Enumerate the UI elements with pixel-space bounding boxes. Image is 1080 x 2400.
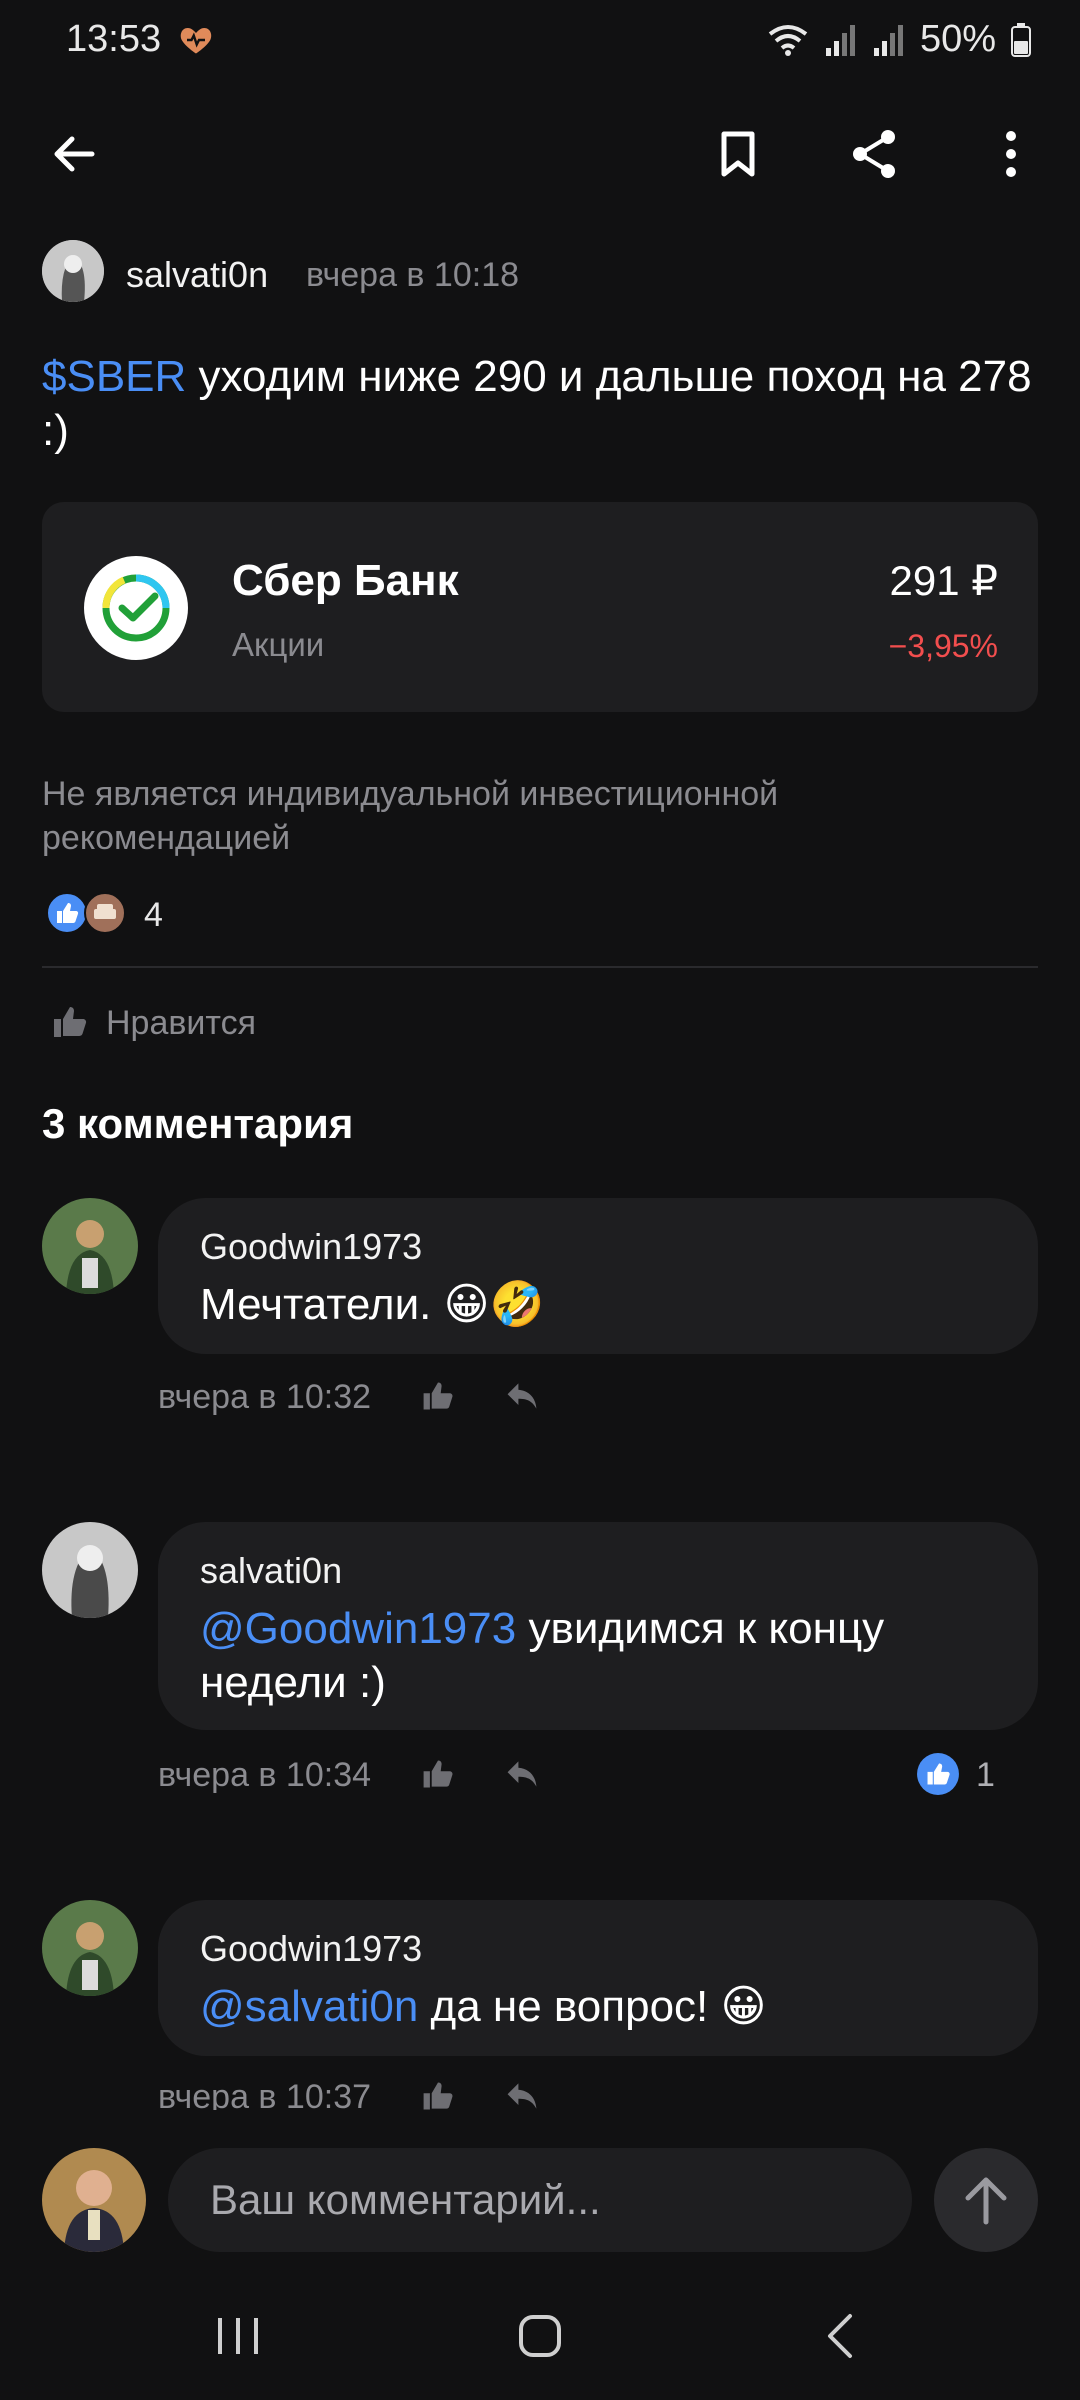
battery-icon [1011,22,1031,57]
author-avatar[interactable] [42,240,104,302]
post-body: уходим ниже 290 и дальше поход на 278 :) [42,352,1032,455]
comment-author[interactable]: salvati0n [200,1550,342,1592]
back-arrow-icon[interactable] [44,124,104,184]
share-icon[interactable] [844,124,904,184]
ticker-link[interactable]: $SBER [42,352,186,401]
send-button[interactable] [934,2148,1038,2252]
reactions-count: 4 [144,896,163,934]
comment-body: да не вопрос! 😀 [418,1982,767,2031]
avatar-portrait-icon [42,1522,138,1618]
signal-icon [825,24,855,56]
like-icon[interactable] [50,1002,90,1042]
disclaimer: Не является индивидуальной инвестиционно… [42,775,779,857]
avatar-portrait-icon [42,240,104,302]
comment-liked-reaction-icon[interactable] [916,1752,960,1796]
like-button-label[interactable]: Нравится [106,1004,256,1043]
stock-name: Сбер Банк [232,556,459,605]
avatar-portrait-icon [42,1198,138,1294]
reply-icon[interactable] [504,2078,540,2114]
reply-icon[interactable] [504,1756,540,1792]
comment-time: вчера в 10:34 [158,1756,372,1794]
comment-avatar[interactable] [42,1198,138,1294]
sber-logo-icon [84,556,188,660]
back-nav-icon[interactable] [802,2296,882,2376]
avatar-portrait-icon [42,1900,138,1996]
comment-avatar[interactable] [42,1522,138,1618]
wifi-icon [768,24,808,56]
current-user-avatar[interactable] [42,2148,146,2252]
signal-icon-2 [873,24,903,56]
avatar-portrait-icon [42,2148,146,2252]
recent-apps-icon[interactable] [198,2296,278,2376]
thumbs-up-reaction-icon[interactable] [46,892,88,934]
stock-price: 291 ₽ [889,557,998,604]
comment-like-icon[interactable] [420,2078,456,2114]
stock-change: −3,95% [888,628,998,664]
comment-avatar[interactable] [42,1900,138,1996]
arrow-up-icon [965,2177,1007,2225]
comment-input-placeholder: Ваш комментарий... [210,2176,601,2223]
divider [42,966,1038,968]
home-icon[interactable] [500,2296,580,2376]
more-options-icon[interactable] [981,124,1041,184]
comments-title: 3 комментария [42,1100,354,1147]
comment-author[interactable]: Goodwin1973 [200,1226,422,1268]
comment-author[interactable]: Goodwin1973 [200,1928,422,1970]
comment-likes-count: 1 [976,1756,995,1794]
post-time: вчера в 10:18 [306,256,520,294]
status-indicators: 50% [766,18,1032,61]
comment-text: @salvati0n да не вопрос! 😀 [200,1980,1020,2034]
stock-card[interactable] [42,502,1038,712]
comment-text: Мечтатели. 😀🤣 [200,1280,545,1329]
author-name[interactable]: salvati0n [126,254,268,296]
reply-icon[interactable] [504,1378,540,1414]
health-heart-icon [180,28,212,54]
mention-link[interactable]: @Goodwin1973 [200,1604,516,1653]
sofa-reaction-icon[interactable] [84,892,126,934]
comment-time: вчера в 10:32 [158,1378,372,1416]
mention-link[interactable]: @salvati0n [200,1982,418,2031]
comment-like-icon[interactable] [420,1756,456,1792]
battery-percent: 50% [919,18,996,60]
comment-text: @Goodwin1973 увидимся к концу недели :) [200,1602,1020,1710]
post-text: $SBER уходим ниже 290 и дальше поход на … [42,350,1032,458]
bookmark-icon[interactable] [708,124,768,184]
status-time: 13:53 [66,18,162,60]
comment-like-icon[interactable] [420,1378,456,1414]
stock-type: Акции [232,626,325,663]
